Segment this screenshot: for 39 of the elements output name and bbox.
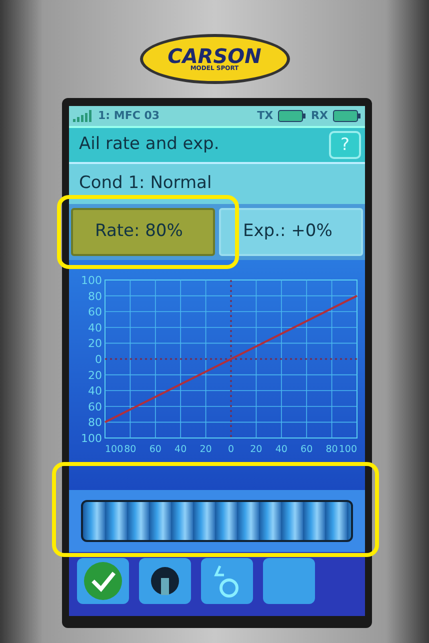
axis-tick-label: 80	[326, 444, 338, 455]
axis-tick-label: 0	[95, 353, 102, 366]
brand-name: CARSON	[168, 46, 262, 66]
axis-tick-label: 40	[174, 444, 187, 455]
axis-tick-label: 80	[88, 416, 102, 430]
check-icon	[83, 561, 123, 601]
value-field[interactable]: Rate: 80%	[71, 208, 215, 256]
axis-tick-label: 100	[81, 274, 102, 287]
axis-tick-label: 60	[88, 306, 102, 319]
axis-tick-label: 100	[338, 444, 357, 455]
confirm-button[interactable]	[77, 558, 129, 604]
axis-tick-label: 20	[200, 444, 212, 455]
axis-tick-label: 60	[88, 400, 102, 414]
tx-label: TX	[257, 108, 274, 124]
signal-icon	[73, 110, 93, 122]
condition-label: Cond 1: Normal	[69, 162, 365, 204]
model-name: 1: MFC 03	[98, 108, 160, 124]
axis-tick-label: 60	[300, 444, 313, 455]
axis-tick-label: 60	[149, 444, 162, 455]
axis-tick-label: 40	[88, 384, 102, 398]
axis-tick-label: 40	[88, 321, 102, 334]
axis-tick-label: 20	[88, 368, 102, 382]
battery-icon	[333, 110, 361, 122]
axis-tick-label: 0	[228, 444, 234, 455]
screen-title: Ail rate and exp.	[79, 133, 220, 156]
axis-tick-label: 40	[275, 444, 288, 455]
axis-tick-label: 100	[81, 432, 102, 445]
value-field[interactable]: Exp.: +0%	[219, 208, 363, 256]
axis-tick-label: 20	[88, 337, 102, 350]
axis-tick-label: 100	[105, 444, 124, 455]
battery-icon	[278, 110, 306, 122]
stick-button[interactable]	[139, 558, 191, 604]
axis-tick-label: 20	[250, 444, 262, 455]
reset-button[interactable]	[201, 558, 253, 604]
axis-tick-label: 80	[88, 290, 102, 303]
axis-tick-label: 80	[124, 444, 136, 455]
trim-wheel[interactable]	[81, 500, 353, 542]
stick-icon	[150, 566, 180, 596]
rx-label: RX	[311, 108, 328, 124]
